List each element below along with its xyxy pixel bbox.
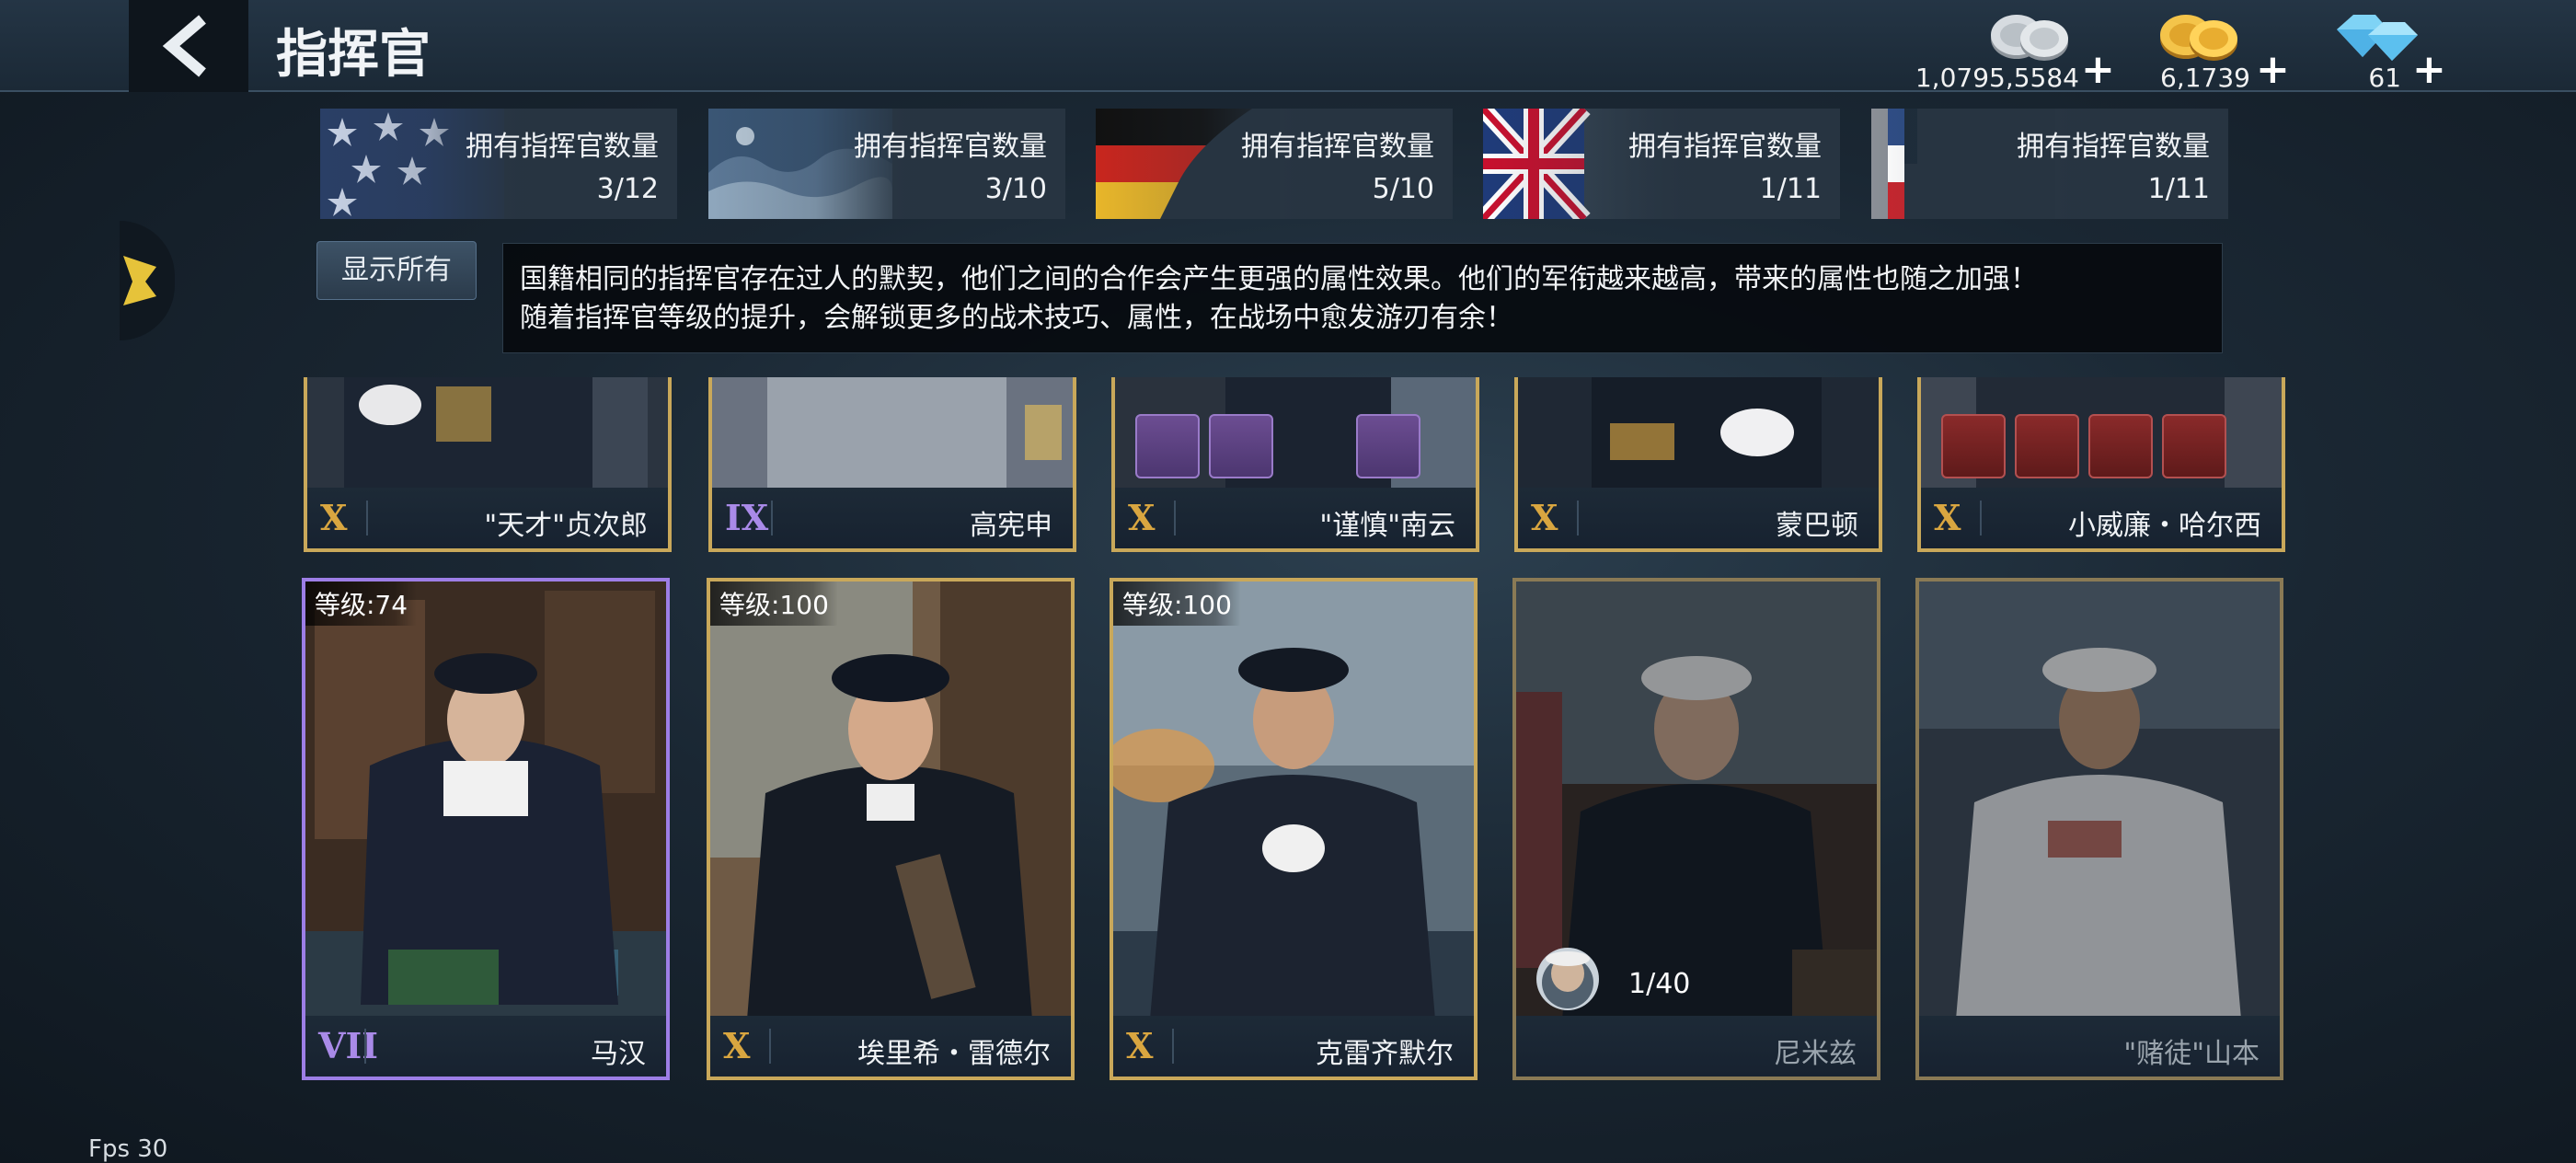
commander-name: "天才"贞次郎 [484, 510, 648, 542]
fragment-count: 1/40 [1628, 968, 1691, 1000]
rank-badge: X [1128, 497, 1156, 538]
back-button[interactable] [129, 0, 248, 92]
diamond-add-button[interactable]: + [2412, 46, 2446, 93]
telescope-icon[interactable] [1356, 414, 1420, 478]
dagger-icon[interactable] [1209, 414, 1273, 478]
commander-name: "赌徒"山本 [2123, 1038, 2260, 1070]
commander-portrait [307, 377, 668, 488]
tab-count: 3/10 [984, 173, 1047, 205]
commander-portrait [712, 377, 1073, 488]
commander-card[interactable]: X "谨慎"南云 [1111, 377, 1479, 552]
uniform-icon[interactable] [2088, 414, 2153, 478]
gold-coins-icon [2160, 15, 2237, 61]
tab-label: 拥有指挥官数量 [2017, 131, 2210, 163]
rank-badge: X [320, 497, 348, 538]
commander-portrait [1518, 377, 1879, 488]
rank-badge: IX [725, 497, 769, 538]
nation-tab-japan[interactable]: 拥有指挥官数量 3/10 [708, 109, 1065, 219]
diamond-currency: 61 + [2328, 7, 2456, 93]
commander-card[interactable]: X 蒙巴顿 [1514, 377, 1882, 552]
info-description: 国籍相同的指挥官存在过人的默契，他们之间的合作会产生更强的属性效果。他们的军衔越… [502, 243, 2223, 353]
chevron-left-icon [162, 15, 206, 77]
info-line-1: 国籍相同的指挥官存在过人的默契，他们之间的合作会产生更强的属性效果。他们的军衔越… [520, 263, 2038, 295]
commander-portrait [1113, 582, 1474, 1019]
commander-name: 马汉 [591, 1038, 646, 1070]
nation-tab-uk[interactable]: 拥有指挥官数量 1/11 [1483, 109, 1840, 219]
commander-card-nimitz[interactable]: 1/40 尼米兹 [1512, 578, 1880, 1080]
dagger-icon[interactable] [2162, 414, 2226, 478]
top-bar: 指挥官 1,0795,5584 + 6,1739 + 61 + [0, 0, 2576, 93]
nation-tab-usa[interactable]: 拥有指挥官数量 3/12 [320, 109, 677, 219]
commander-card-yamamoto[interactable]: "赌徒"山本 [1915, 578, 2283, 1080]
commander-name: 克雷齐默尔 [1316, 1038, 1454, 1070]
rank-badge: VII [318, 1025, 379, 1066]
tab-count: 5/10 [1372, 173, 1434, 205]
fragment-progress: 1/40 [1525, 940, 1728, 1014]
diamond-amount: 61 [2368, 63, 2401, 93]
level-badge: 等级:100 [1113, 582, 1241, 626]
rank-badge: X [1934, 497, 1961, 538]
commander-name: "谨慎"南云 [1319, 510, 1455, 542]
level-badge: 等级:100 [710, 582, 838, 626]
commander-name: 高宪申 [970, 510, 1052, 542]
fps-counter: Fps 30 [88, 1135, 168, 1163]
commander-card[interactable]: IX 高宪申 [708, 377, 1076, 552]
tab-count: 3/12 [596, 173, 659, 205]
page-title: 指挥官 [276, 25, 431, 85]
nation-emblem-button[interactable] [120, 221, 175, 340]
commander-name: 尼米兹 [1774, 1038, 1857, 1070]
rank-badge: X [723, 1025, 751, 1066]
commander-name: 蒙巴顿 [1776, 510, 1858, 542]
medal-ribbon-icon[interactable] [1135, 414, 1200, 478]
tab-label: 拥有指挥官数量 [854, 131, 1047, 163]
commander-portrait [305, 582, 666, 1019]
silver-coins-icon [1991, 15, 2068, 61]
commander-card[interactable]: X 小威廉・哈尔西 [1917, 377, 2285, 552]
rank-badge: X [1126, 1025, 1154, 1066]
commander-card-raeder[interactable]: 等级:100 X 埃里希・雷德尔 [707, 578, 1075, 1080]
sword-icon[interactable] [2015, 414, 2079, 478]
commander-name: 小威廉・哈尔西 [2068, 510, 2261, 542]
commander-fragment-icon [1536, 948, 1599, 1010]
info-line-2: 随着指挥官等级的提升，会解锁更多的战术技巧、属性，在战场中愈发游刃有余！ [520, 302, 1513, 334]
commander-card-mahan[interactable]: 等级:74 VII 马汉 [302, 578, 670, 1080]
epaulette-icon[interactable] [1941, 414, 2006, 478]
nation-tab-germany[interactable]: 拥有指挥官数量 5/10 [1096, 109, 1453, 219]
level-badge: 等级:74 [305, 582, 418, 626]
tab-label: 拥有指挥官数量 [1241, 131, 1434, 163]
commander-card-kretschmer[interactable]: 等级:100 X 克雷齐默尔 [1110, 578, 1478, 1080]
nation-tab-other[interactable]: 拥有指挥官数量 1/11 [1871, 109, 2228, 219]
tab-label: 拥有指挥官数量 [466, 131, 659, 163]
commander-card[interactable]: X "天才"贞次郎 [304, 377, 672, 552]
show-all-button[interactable]: 显示所有 [316, 241, 477, 300]
rank-badge: X [1531, 497, 1558, 538]
silver-amount: 1,0795,5584 [1915, 63, 2079, 93]
tab-count: 1/11 [1759, 173, 1822, 205]
emblem-icon [123, 256, 156, 305]
commander-name: 埃里希・雷德尔 [857, 1038, 1051, 1070]
tab-label: 拥有指挥官数量 [1628, 131, 1822, 163]
commander-portrait [710, 582, 1071, 1019]
tab-count: 1/11 [2147, 173, 2210, 205]
